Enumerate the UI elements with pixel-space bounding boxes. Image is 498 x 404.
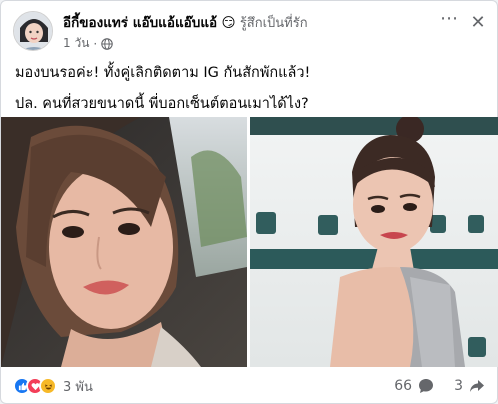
post-photo-left[interactable] bbox=[1, 117, 247, 367]
author-line: อีกี้ของแทร่ แอ๊บแอ้แอ๊บแอ้ 😏 รู้สึกเป็น… bbox=[63, 11, 308, 33]
author-avatar[interactable] bbox=[13, 11, 53, 51]
post-photo-right[interactable] bbox=[250, 117, 498, 367]
comment-icon[interactable] bbox=[418, 378, 434, 394]
meta-separator: · bbox=[93, 36, 98, 51]
post-header: อีกี้ของแทร่ แอ๊บแอ้แอ๊บแอ้ 😏 รู้สึกเป็น… bbox=[13, 9, 486, 53]
more-options-button[interactable]: ⋯ bbox=[435, 10, 463, 33]
post-card: อีกี้ของแทร่ แอ๊บแอ้แอ๊บแอ้ 😏 รู้สึกเป็น… bbox=[0, 0, 498, 404]
haha-reaction-icon bbox=[39, 377, 57, 395]
feeling-text: รู้สึกเป็นที่รัก bbox=[239, 16, 308, 31]
reaction-count[interactable]: 3 พัน bbox=[63, 376, 93, 397]
reaction-icons[interactable] bbox=[13, 377, 57, 395]
post-text-line: มองบนรอค่ะ! ทั้งคู่เลิกติดตาม IG กันสักพ… bbox=[15, 65, 311, 81]
post-stats: 66 3 bbox=[394, 378, 485, 394]
comment-count[interactable]: 66 bbox=[394, 378, 412, 394]
author-name[interactable]: อีกี้ของแทร่ แอ๊บแอ้แอ๊บแอ้ bbox=[63, 15, 217, 31]
share-icon[interactable] bbox=[469, 378, 485, 394]
post-meta: 1 วัน · bbox=[63, 34, 113, 53]
post-photos bbox=[1, 117, 498, 367]
feeling-emoji-icon: 😏 bbox=[221, 15, 236, 31]
post-footer: 3 พัน 66 3 bbox=[13, 373, 485, 399]
post-text: มองบนรอค่ะ! ทั้งคู่เลิกติดตาม IG กันสักพ… bbox=[15, 63, 483, 125]
globe-icon[interactable] bbox=[101, 37, 113, 50]
post-timestamp[interactable]: 1 วัน bbox=[63, 34, 89, 53]
share-count[interactable]: 3 bbox=[454, 378, 463, 394]
close-icon[interactable]: ✕ bbox=[467, 13, 489, 35]
post-text-line: ปล. คนที่สวยขนาดนี้ พี่บอกเซ็นต์ตอนเมาได… bbox=[15, 96, 309, 112]
